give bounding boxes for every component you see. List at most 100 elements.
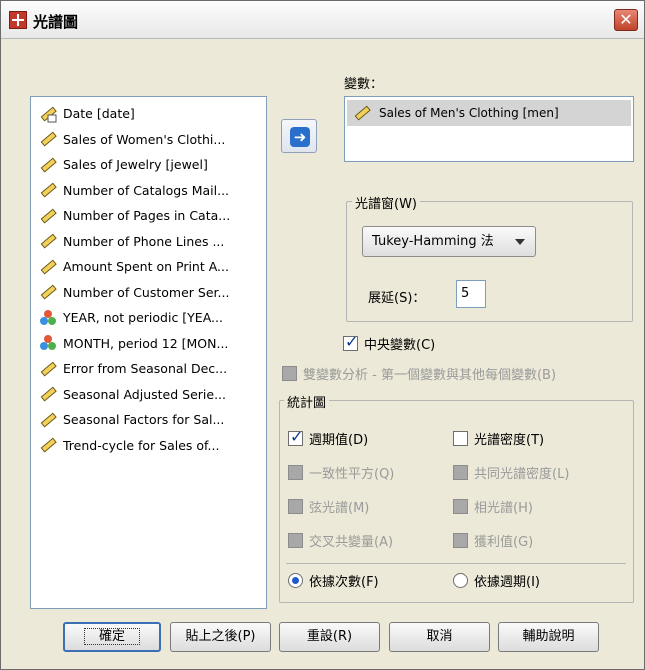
checkbox-box [453, 499, 468, 514]
spectral-density-checkbox[interactable]: 光譜密度(T) [453, 429, 544, 448]
paste-button[interactable]: 貼上之後(P) [170, 622, 271, 652]
variables-label: 變數： [344, 77, 384, 92]
variables-target-list[interactable]: Sales of Men's Clothing [men] [344, 96, 634, 162]
list-item[interactable]: Sales of Jewelry [jewel] [31, 152, 266, 178]
list-item-label: Seasonal Adjusted Serie... [63, 386, 226, 402]
ok-button[interactable]: 確定 [63, 622, 161, 652]
spectral-window-dropdown[interactable]: Tukey-Hamming 法 [362, 226, 536, 257]
scale-ruler-icon [40, 208, 57, 224]
span-input[interactable]: 5 [456, 280, 486, 308]
list-item-label: Number of Phone Lines ... [63, 233, 225, 249]
cross-amplitude-checkbox[interactable]: 交叉共變量(A) [288, 531, 393, 550]
scale-ruler-icon [40, 182, 57, 198]
scale-ruler-icon [40, 284, 57, 300]
list-item[interactable]: Sales of Men's Clothing [men] [347, 100, 631, 126]
checkbox-box [288, 465, 303, 480]
list-item[interactable]: Error from Seasonal Dec... [31, 356, 266, 382]
scale-ruler-icon [40, 233, 57, 249]
checkbox-box [288, 533, 303, 548]
spectral-plots-dialog: 光譜圖 ✕ Date [date] Sales of Women's Clothi… [0, 0, 645, 670]
source-variable-list[interactable]: Date [date] Sales of Women's Clothi... Sal… [30, 96, 267, 609]
phase-spectrum-label: 相光譜(H) [474, 501, 533, 516]
list-item-label: Sales of Jewelry [jewel] [63, 157, 208, 173]
gain-label: 獲利值(G) [474, 535, 534, 550]
check-icon: ✓ [345, 332, 359, 351]
chevron-down-icon [515, 239, 525, 245]
span-label: 展延(S)： [368, 291, 426, 306]
reset-button[interactable]: 重設(R) [279, 622, 380, 652]
spectral-window-title: 光譜窗(W) [352, 193, 420, 212]
list-item-label: YEAR, not periodic [YEA... [63, 310, 223, 326]
title-bar[interactable]: 光譜圖 ✕ [1, 1, 644, 39]
periodogram-checkbox[interactable]: ✓ 週期值(D) [288, 427, 369, 448]
bivariate-checkbox[interactable]: 雙變數分析 - 第一個變數與其他每個變數(B) [282, 364, 556, 383]
list-item-label: Trend-cycle for Sales of... [63, 437, 220, 453]
scale-ruler-icon [40, 361, 57, 377]
list-item-label: Sales of Men's Clothing [men] [379, 106, 559, 120]
date-ruler-icon [40, 106, 57, 123]
list-item-label: MONTH, period 12 [MON... [63, 335, 229, 351]
list-item[interactable]: Sales of Women's Clothi... [31, 127, 266, 153]
checkbox-box: ✓ [343, 332, 358, 351]
dropdown-value: Tukey-Hamming 法 [372, 234, 494, 249]
list-item[interactable]: MONTH, period 12 [MON... [31, 331, 266, 357]
scale-ruler-icon [40, 157, 57, 173]
nominal-circles-icon [40, 335, 56, 351]
checkbox-box: ✓ [288, 427, 303, 446]
by-period-label: 依據週期(I) [474, 575, 540, 590]
list-item[interactable]: Number of Customer Ser... [31, 280, 266, 306]
plots-group-title: 統計圖 [284, 392, 330, 411]
scale-ruler-icon [40, 386, 57, 402]
move-variable-button[interactable]: ➜ [281, 119, 317, 153]
by-period-radio[interactable]: 依據週期(I) [453, 571, 540, 590]
center-variables-label: 中央變數(C) [364, 338, 436, 353]
gain-checkbox[interactable]: 獲利值(G) [453, 531, 533, 550]
cospectral-density-checkbox[interactable]: 弦光譜(M) [288, 497, 369, 516]
checkbox-box [282, 366, 297, 381]
plots-divider [286, 563, 626, 564]
checkbox-box [288, 499, 303, 514]
list-item[interactable]: YEAR, not periodic [YEA... [31, 305, 266, 331]
nominal-circles-icon [40, 309, 56, 325]
checkbox-box [453, 465, 468, 480]
help-button[interactable]: 輔助說明 [498, 622, 599, 652]
list-item[interactable]: Date [date] [31, 101, 266, 127]
list-item[interactable]: Seasonal Factors for Sal... [31, 407, 266, 433]
list-item-label: Sales of Women's Clothi... [63, 131, 226, 147]
scale-ruler-icon [40, 259, 57, 275]
spss-app-icon [9, 11, 27, 29]
scale-ruler-icon [40, 412, 57, 428]
list-item-label: Number of Catalogs Mail... [63, 182, 230, 198]
phase-spectrum-checkbox[interactable]: 相光譜(H) [453, 497, 533, 516]
spectral-density-label: 光譜密度(T) [474, 433, 545, 448]
arrow-right-icon: ➜ [290, 127, 310, 147]
list-item-label: Amount Spent on Print A... [63, 259, 229, 275]
list-item[interactable]: Number of Phone Lines ... [31, 229, 266, 255]
quadrature-spectrum-label: 共同光譜密度(L) [474, 467, 570, 482]
scale-ruler-icon [354, 105, 371, 121]
by-frequency-label: 依據次數(F) [309, 575, 379, 590]
list-item-label: Error from Seasonal Dec... [63, 361, 228, 377]
periodogram-label: 週期值(D) [309, 433, 369, 448]
radio-circle [453, 573, 468, 588]
list-item[interactable]: Number of Pages in Cata... [31, 203, 266, 229]
scale-ruler-icon [40, 131, 57, 147]
close-button[interactable]: ✕ [614, 9, 638, 31]
list-item[interactable]: Trend-cycle for Sales of... [31, 433, 266, 459]
center-variables-checkbox[interactable]: ✓ 中央變數(C) [343, 332, 436, 353]
cancel-button[interactable]: 取消 [389, 622, 490, 652]
list-item-label: Seasonal Factors for Sal... [63, 412, 225, 428]
list-item[interactable]: Amount Spent on Print A... [31, 254, 266, 280]
bivariate-label: 雙變數分析 - 第一個變數與其他每個變數(B) [303, 368, 557, 383]
list-item[interactable]: Number of Catalogs Mail... [31, 178, 266, 204]
list-item[interactable]: Seasonal Adjusted Serie... [31, 382, 266, 408]
list-item-label: Number of Customer Ser... [63, 284, 230, 300]
quadrature-spectrum-checkbox[interactable]: 共同光譜密度(L) [453, 463, 569, 482]
cospectral-density-label: 弦光譜(M) [309, 501, 370, 516]
by-frequency-radio[interactable]: 依據次數(F) [288, 571, 379, 590]
squared-coherency-checkbox[interactable]: 一致性平方(Q) [288, 463, 394, 482]
check-icon: ✓ [290, 427, 304, 446]
squared-coherency-label: 一致性平方(Q) [309, 467, 395, 482]
cross-amplitude-label: 交叉共變量(A) [309, 535, 394, 550]
checkbox-box [453, 533, 468, 548]
